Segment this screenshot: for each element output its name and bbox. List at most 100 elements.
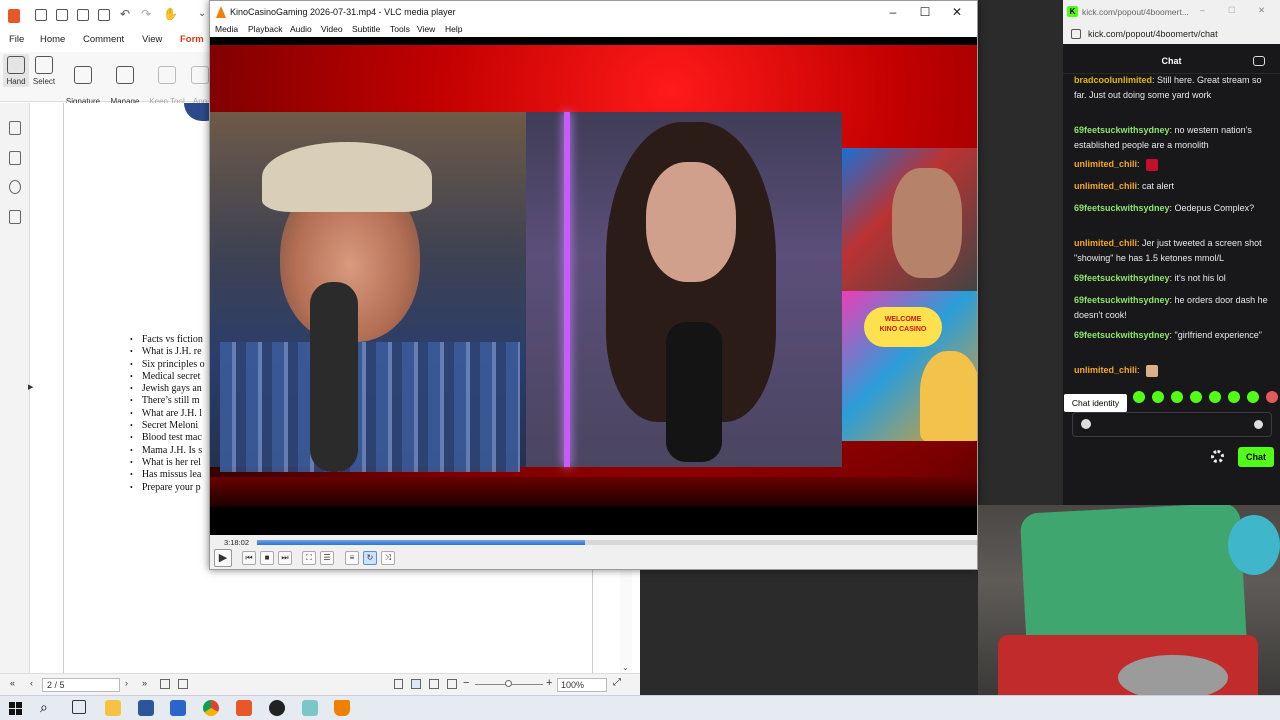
word-icon[interactable]	[138, 700, 154, 716]
single-page-icon[interactable]	[394, 679, 403, 689]
chat-username[interactable]: unlimited_chili	[1074, 181, 1137, 191]
emoji-icon[interactable]	[1254, 420, 1263, 429]
hand-tool-button[interactable]: Hand	[3, 54, 29, 87]
powershell-icon[interactable]	[170, 700, 186, 716]
extended-settings-button[interactable]: ☰	[320, 551, 334, 565]
undo-icon[interactable]: ↶	[120, 7, 130, 21]
ribbon-label: Select	[32, 77, 56, 86]
chat-input[interactable]	[1072, 412, 1272, 437]
scroll-down-icon[interactable]: ⌄	[622, 663, 629, 672]
emote-icon[interactable]	[1247, 391, 1259, 403]
chat-username[interactable]: 69feetsuckwithsydney	[1074, 330, 1170, 340]
site-info-icon[interactable]	[1071, 29, 1081, 39]
rotate-icon[interactable]	[178, 679, 188, 689]
chat-username[interactable]: 69feetsuckwithsydney	[1074, 295, 1170, 305]
zoom-out-icon[interactable]: −	[463, 677, 469, 689]
chevron-down-icon[interactable]: ⌄	[198, 8, 206, 19]
vlc-menu-tools[interactable]: Tools	[390, 24, 410, 34]
minimize-button[interactable]: –	[878, 3, 908, 21]
new-doc-icon[interactable]	[98, 9, 110, 21]
first-page-icon[interactable]: «	[10, 678, 15, 688]
task-view-icon[interactable]	[72, 700, 86, 714]
vlc-menu-playback[interactable]: Playback	[248, 24, 283, 34]
zoom-slider-thumb[interactable]	[505, 680, 512, 687]
menu-comment[interactable]: Comment	[83, 34, 124, 45]
chat-username[interactable]: unlimited_chili	[1074, 365, 1137, 375]
hand-tool-quick-icon[interactable]: ✋	[163, 7, 178, 21]
fullscreen-icon[interactable]: ⤢	[613, 677, 621, 688]
loop-button[interactable]: ↻	[363, 551, 377, 565]
page-number-input[interactable]: 2 / 5	[42, 678, 120, 692]
close-button[interactable]: ✕	[942, 3, 972, 21]
bookmark-icon[interactable]	[9, 121, 21, 135]
shuffle-button[interactable]: ⤨	[381, 551, 395, 565]
chat-username[interactable]: bradcoolunlimited	[1074, 75, 1152, 85]
obs-icon[interactable]	[269, 700, 285, 716]
emote-icon[interactable]	[1171, 391, 1183, 403]
vlc-menu-subtitle[interactable]: Subtitle	[352, 24, 380, 34]
print-icon[interactable]	[77, 9, 89, 21]
vlc-menu-view[interactable]: View	[417, 24, 435, 34]
emote-icon[interactable]	[1228, 391, 1240, 403]
close-button[interactable]: ✕	[1258, 5, 1265, 16]
file-explorer-icon[interactable]	[105, 700, 121, 716]
prev-page-icon[interactable]: ‹	[30, 678, 33, 688]
pages-icon[interactable]	[9, 151, 21, 165]
chat-username[interactable]: unlimited_chili	[1074, 238, 1137, 248]
playlist-button[interactable]: ≡	[345, 551, 359, 565]
users-icon[interactable]	[1253, 56, 1265, 66]
send-chat-button[interactable]: Chat	[1238, 447, 1274, 467]
address-bar[interactable]: kick.com/popout/4boomertv/chat	[1063, 24, 1280, 44]
page-view-icon[interactable]	[160, 679, 170, 689]
emote-icon[interactable]	[1152, 391, 1164, 403]
notepad-icon[interactable]	[302, 700, 318, 716]
vlc-icon[interactable]	[334, 700, 350, 716]
chat-username[interactable]: 69feetsuckwithsydney	[1074, 203, 1170, 213]
emote-icon[interactable]	[1209, 391, 1221, 403]
save-icon[interactable]	[56, 9, 68, 21]
select-tool-button[interactable]: Select	[32, 54, 56, 87]
search-icon[interactable]: ⌕	[40, 699, 48, 716]
zoom-level-input[interactable]: 100%	[557, 678, 607, 692]
maximize-button[interactable]: ☐	[1228, 5, 1236, 16]
emote-icon[interactable]	[1190, 391, 1202, 403]
menu-view[interactable]: View	[142, 34, 162, 45]
stop-button[interactable]: ■	[260, 551, 274, 565]
minimize-button[interactable]: –	[1200, 5, 1205, 15]
next-button[interactable]: ⏭	[278, 551, 292, 565]
vlc-menu-media[interactable]: Media	[215, 24, 238, 34]
vlc-menu-help[interactable]: Help	[445, 24, 462, 34]
play-button[interactable]: ▶	[214, 549, 232, 567]
emote-icon[interactable]	[1266, 391, 1278, 403]
zoom-in-icon[interactable]: +	[546, 677, 552, 689]
menu-file[interactable]: File	[9, 34, 24, 45]
video-frame[interactable]: WELCOME KINO CASINO	[210, 37, 977, 535]
chat-username[interactable]: unlimited_chili	[1074, 159, 1137, 169]
chat-username[interactable]: 69feetsuckwithsydney	[1074, 125, 1170, 135]
vlc-menu-video[interactable]: Video	[321, 24, 343, 34]
fullscreen-button[interactable]: ⛶	[302, 551, 316, 565]
cover-page-icon[interactable]	[447, 679, 457, 689]
seek-bar[interactable]	[257, 540, 977, 545]
chat-username[interactable]: 69feetsuckwithsydney	[1074, 273, 1170, 283]
redo-icon[interactable]: ↷	[141, 7, 151, 21]
start-button[interactable]	[9, 702, 22, 715]
next-page-icon[interactable]: ›	[125, 678, 128, 688]
pdf-editor-icon[interactable]	[236, 700, 252, 716]
identity-icon[interactable]	[1081, 419, 1091, 429]
menu-form[interactable]: Form	[180, 34, 204, 45]
settings-gear-icon[interactable]	[1211, 450, 1224, 463]
sidebar-expand-icon[interactable]: ▶	[28, 383, 33, 391]
menu-home[interactable]: Home	[40, 34, 65, 45]
emote-icon[interactable]	[1133, 391, 1145, 403]
attachment-icon[interactable]	[9, 210, 21, 224]
maximize-button[interactable]: ☐	[910, 3, 940, 21]
continuous-page-icon[interactable]	[411, 679, 421, 689]
last-page-icon[interactable]: »	[142, 678, 147, 688]
vlc-menu-audio[interactable]: Audio	[290, 24, 312, 34]
chrome-icon[interactable]	[203, 700, 219, 716]
previous-button[interactable]: ⏮	[242, 551, 256, 565]
comments-icon[interactable]	[9, 180, 21, 194]
two-page-icon[interactable]	[429, 679, 439, 689]
open-icon[interactable]	[35, 9, 47, 21]
